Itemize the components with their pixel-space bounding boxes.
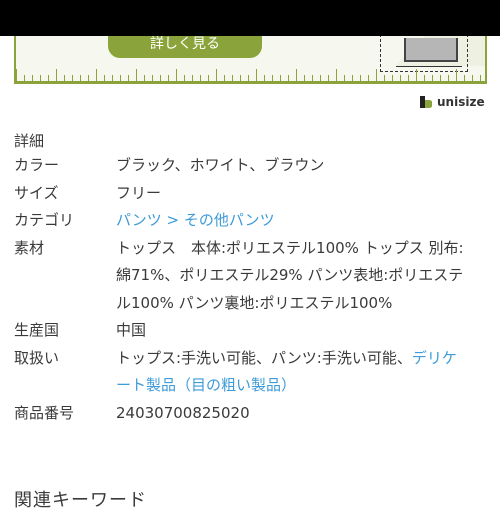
- detail-row-material: 素材 トップス 本体:ポリエステル100% トップス 別布: 綿71%、ポリエス…: [14, 235, 490, 318]
- detail-value: フリー: [116, 183, 162, 202]
- category-link-pants[interactable]: パンツ: [116, 211, 162, 229]
- care-text: トップス:手洗い可能、パンツ:手洗い可能、: [116, 348, 412, 367]
- unisize-logo[interactable]: unisize: [420, 95, 485, 109]
- details-table: カラー ブラック、ホワイト、ブラウン サイズ フリー カテゴリ パンツ > その…: [14, 152, 490, 427]
- garment-illustration: [404, 38, 458, 62]
- detail-label: 取扱い: [14, 348, 60, 367]
- material-line: 綿71%、ポリエステル29% パンツ表地:ポリエステ: [116, 266, 464, 284]
- detail-row-care: 取扱い トップス:手洗い可能、パンツ:手洗い可能、デリケート製品（目の粗い製品）: [14, 345, 490, 400]
- detail-row-origin: 生産国 中国: [14, 317, 490, 345]
- detail-label: 素材: [14, 238, 45, 257]
- detail-row-item-number: 商品番号 24030700825020: [14, 400, 490, 428]
- detail-row-color: カラー ブラック、ホワイト、ブラウン: [14, 152, 490, 180]
- detail-label: カテゴリ: [14, 211, 75, 229]
- material-line: ル100% パンツ裏地:ポリエステル100%: [116, 293, 393, 312]
- care-link-delicate[interactable]: デリケ: [412, 349, 457, 367]
- detail-label: 生産国: [14, 321, 60, 339]
- view-details-button[interactable]: 詳しく見る: [108, 36, 262, 58]
- detail-label: カラー: [14, 156, 60, 174]
- category-link-other-pants[interactable]: その他パンツ: [184, 211, 275, 229]
- detail-value: 24030700825020: [116, 403, 250, 422]
- breadcrumb-separator: >: [161, 211, 184, 229]
- details-title: 詳細: [14, 132, 45, 150]
- detail-row-category: カテゴリ パンツ > その他パンツ: [14, 207, 490, 235]
- related-keywords-heading: 関連キーワード: [14, 490, 147, 511]
- ruler-scale: [16, 65, 485, 81]
- top-black-bar: [0, 0, 500, 36]
- detail-value: トップス 本体:ポリエステル100% トップス 別布: 綿71%、ポリエステル2…: [116, 235, 490, 318]
- detail-row-size: サイズ フリー: [14, 180, 490, 208]
- brand-name: unisize: [437, 95, 485, 109]
- detail-label: 商品番号: [14, 403, 75, 422]
- detail-value: 中国: [116, 321, 147, 339]
- size-banner: 詳しく見る: [14, 36, 487, 84]
- care-link-delicate-cont[interactable]: ート製品（目の粗い製品）: [116, 376, 296, 394]
- material-line: トップス 本体:ポリエステル100% トップス 別布:: [116, 238, 464, 257]
- detail-value: パンツ > その他パンツ: [116, 207, 490, 235]
- detail-value: ブラック、ホワイト、ブラウン: [116, 156, 325, 174]
- unisize-icon: [420, 96, 432, 108]
- detail-value: トップス:手洗い可能、パンツ:手洗い可能、デリケート製品（目の粗い製品）: [116, 345, 490, 400]
- detail-label: サイズ: [14, 183, 59, 202]
